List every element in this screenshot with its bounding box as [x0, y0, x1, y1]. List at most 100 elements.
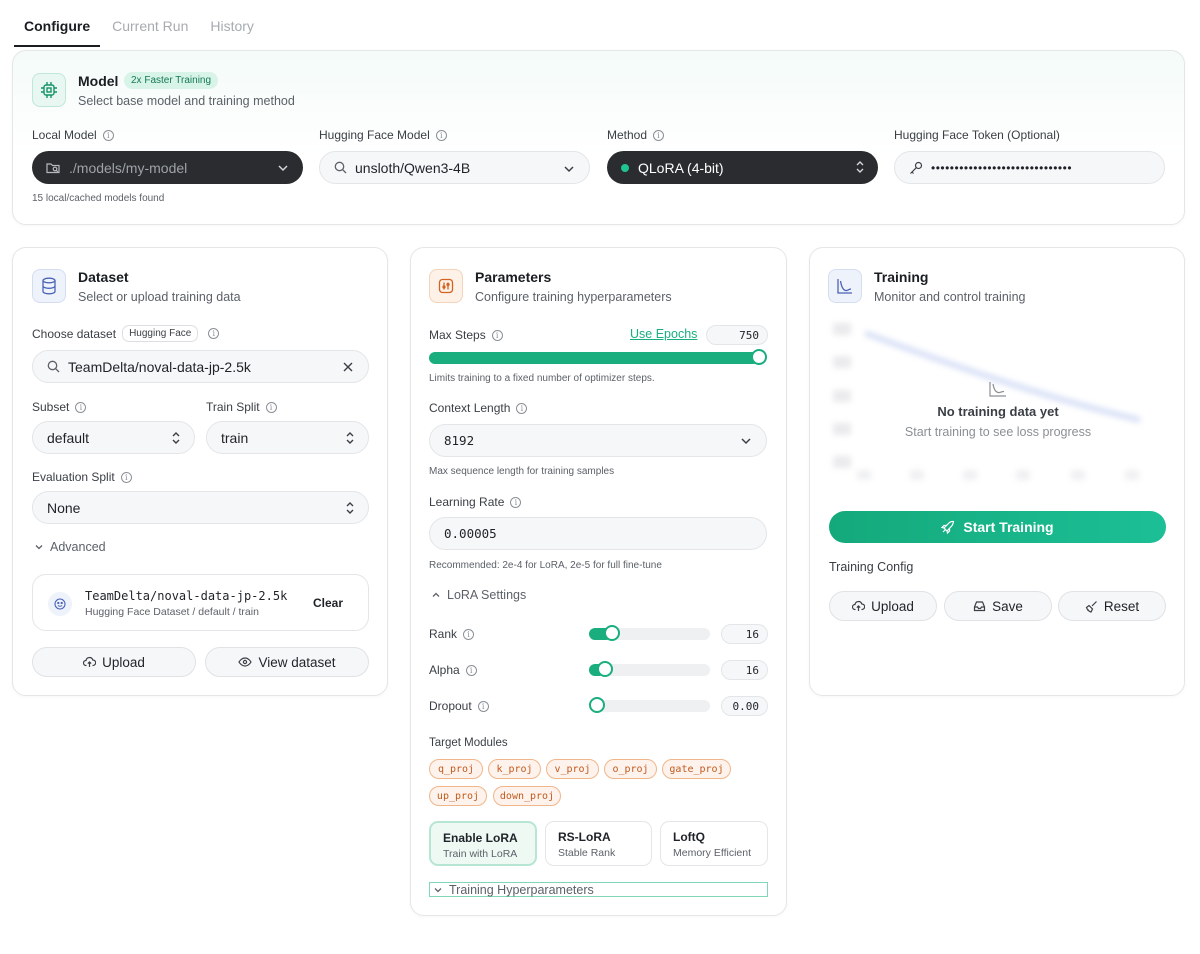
eval-split-label-text: Evaluation Split	[32, 470, 115, 484]
dataset-search-input[interactable]: TeamDelta/noval-data-jp-2.5k	[32, 350, 369, 383]
info-icon[interactable]: i	[120, 471, 132, 483]
rank-slider[interactable]	[589, 625, 710, 641]
module-chip[interactable]: v_proj	[546, 759, 599, 779]
local-model-label-text: Local Model	[32, 128, 97, 142]
advanced-toggle[interactable]: Advanced	[34, 540, 106, 554]
loftq-option[interactable]: LoftQ Memory Efficient	[660, 821, 768, 866]
upload-cloud-icon	[852, 600, 866, 612]
training-hyperparameters-toggle[interactable]: Training Hyperparameters	[429, 882, 768, 897]
chevron-up-icon	[431, 590, 441, 600]
rank-label: Rank i	[429, 627, 475, 641]
subset-label: Subset i	[32, 400, 87, 414]
subset-value: default	[47, 429, 90, 446]
upload-cloud-icon	[83, 656, 97, 668]
info-icon[interactable]: i	[75, 401, 87, 413]
parameters-title: Parameters	[475, 269, 552, 285]
max-steps-slider[interactable]	[429, 349, 767, 365]
use-epochs-link[interactable]: Use Epochs	[630, 327, 697, 341]
eval-split-value: None	[47, 499, 81, 516]
eval-split-select[interactable]: None	[32, 491, 369, 524]
lora-settings-toggle[interactable]: LoRA Settings	[431, 588, 526, 602]
inbox-icon	[973, 600, 986, 612]
info-icon[interactable]: i	[491, 329, 503, 341]
source-badge: Hugging Face	[122, 325, 199, 342]
tab-configure[interactable]: Configure	[14, 10, 101, 47]
info-icon[interactable]: i	[265, 401, 277, 413]
subset-select[interactable]: default	[32, 421, 195, 454]
upload-config-button[interactable]: Upload	[829, 591, 937, 621]
close-icon[interactable]	[342, 361, 354, 373]
reset-config-button[interactable]: Reset	[1058, 591, 1166, 621]
chip-icon	[32, 73, 66, 107]
module-chip[interactable]: gate_proj	[662, 759, 731, 779]
eye-icon	[238, 657, 253, 667]
clear-button[interactable]: Clear	[313, 596, 343, 610]
max-steps-label-text: Max Steps	[429, 328, 486, 342]
option-subtitle: Stable Rank	[558, 847, 616, 859]
info-icon[interactable]: i	[463, 628, 475, 640]
rank-input[interactable]: 16	[721, 624, 768, 644]
info-icon[interactable]: i	[653, 129, 665, 141]
info-icon[interactable]: i	[510, 496, 522, 508]
hf-model-select[interactable]: unsloth/Qwen3-4B	[319, 151, 590, 184]
model-card: Model 2x Faster Training Select base mod…	[12, 50, 1185, 225]
parameters-subtitle: Configure training hyperparameters	[475, 290, 672, 304]
learning-rate-value: 0.00005	[444, 526, 497, 541]
tab-history[interactable]: History	[200, 10, 264, 47]
module-chip[interactable]: k_proj	[488, 759, 541, 779]
info-icon[interactable]: i	[516, 402, 528, 414]
info-icon[interactable]: i	[435, 129, 447, 141]
tab-current-run[interactable]: Current Run	[102, 10, 198, 47]
alpha-label: Alpha i	[429, 663, 477, 677]
alpha-slider[interactable]	[589, 661, 710, 677]
start-training-label: Start Training	[963, 519, 1054, 535]
module-chip[interactable]: q_proj	[429, 759, 483, 779]
context-length-hint: Max sequence length for training samples	[429, 466, 615, 477]
context-length-value: 8192	[444, 433, 475, 448]
learning-rate-label: Learning Rate i	[429, 495, 522, 509]
alpha-thumb[interactable]	[597, 661, 614, 677]
module-chip[interactable]: down_proj	[493, 786, 561, 806]
view-dataset-button[interactable]: View dataset	[205, 647, 369, 677]
max-steps-input[interactable]: 750	[706, 325, 768, 345]
rank-thumb[interactable]	[603, 625, 620, 641]
info-icon[interactable]: i	[477, 700, 489, 712]
rs-lora-option[interactable]: RS-LoRA Stable Rank	[545, 821, 652, 866]
choose-dataset-text: Choose dataset	[32, 326, 117, 341]
token-input[interactable]: ••••••••••••••••••••••••••••••	[894, 151, 1165, 184]
learning-rate-input[interactable]: 0.00005	[429, 517, 767, 550]
method-label: Method i	[607, 128, 665, 142]
updown-chevron-icon	[170, 430, 182, 449]
hf-model-value: unsloth/Qwen3-4B	[355, 159, 471, 176]
dropout-slider[interactable]	[589, 697, 710, 713]
chevron-down-icon	[433, 885, 443, 895]
dropout-input[interactable]: 0.00	[721, 696, 768, 716]
info-icon[interactable]: i	[102, 129, 114, 141]
module-chip[interactable]: up_proj	[429, 786, 487, 806]
train-split-select[interactable]: train	[206, 421, 369, 454]
option-title: RS-LoRA	[558, 830, 611, 844]
info-icon[interactable]: i	[465, 664, 477, 676]
chevron-down-icon	[34, 542, 44, 552]
info-icon[interactable]: i	[208, 328, 220, 339]
hf-model-label: Hugging Face Model i	[319, 128, 447, 142]
module-chip[interactable]: o_proj	[604, 759, 657, 779]
alpha-input[interactable]: 16	[721, 660, 768, 680]
hf-model-label-text: Hugging Face Model	[319, 128, 430, 142]
context-length-select[interactable]: 8192	[429, 424, 767, 457]
local-model-select[interactable]: ./models/my-model	[32, 151, 303, 184]
start-training-button[interactable]: Start Training	[829, 511, 1166, 543]
max-steps-hint: Limits training to a fixed number of opt…	[429, 373, 655, 384]
parameters-card: Parameters Configure training hyperparam…	[410, 247, 787, 916]
option-subtitle: Train with LoRA	[443, 848, 518, 860]
chevron-down-icon	[740, 435, 752, 450]
upload-dataset-button[interactable]: Upload	[32, 647, 196, 677]
max-steps-thumb[interactable]	[751, 349, 767, 365]
save-config-button[interactable]: Save	[944, 591, 1052, 621]
subset-label-text: Subset	[32, 400, 70, 414]
model-title: Model	[78, 73, 119, 89]
method-select[interactable]: QLoRA (4-bit)	[607, 151, 878, 184]
enable-lora-option[interactable]: Enable LoRA Train with LoRA	[429, 821, 537, 866]
dropout-thumb[interactable]	[589, 697, 605, 713]
training-config-label: Training Config	[829, 560, 914, 574]
